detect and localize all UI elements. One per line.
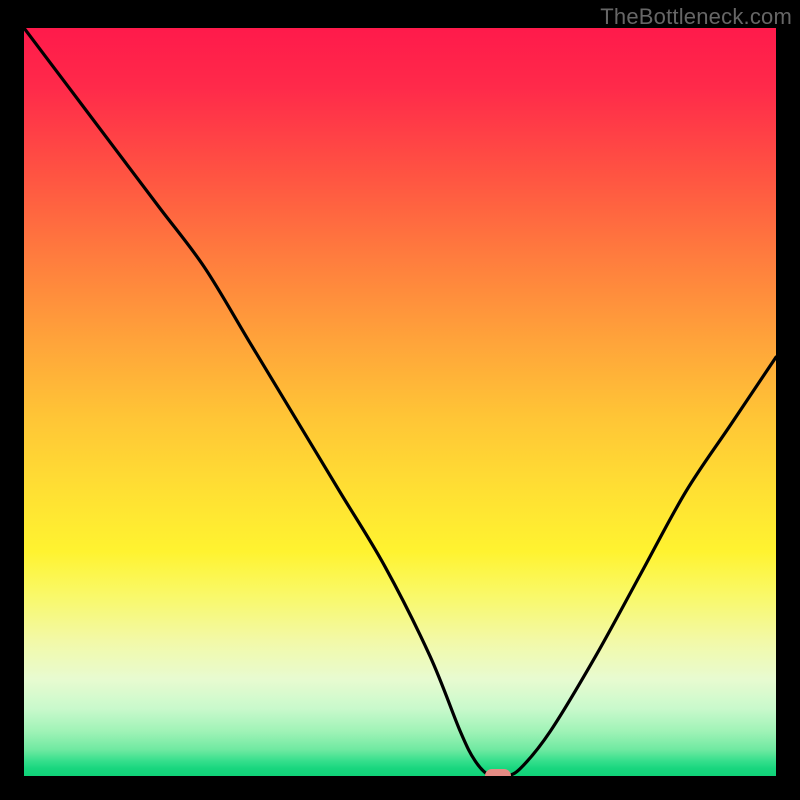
plot-area xyxy=(24,28,776,776)
optimal-marker xyxy=(485,769,511,776)
watermark-text: TheBottleneck.com xyxy=(600,4,792,30)
chart-frame: TheBottleneck.com xyxy=(0,0,800,800)
bottleneck-curve xyxy=(24,28,776,776)
